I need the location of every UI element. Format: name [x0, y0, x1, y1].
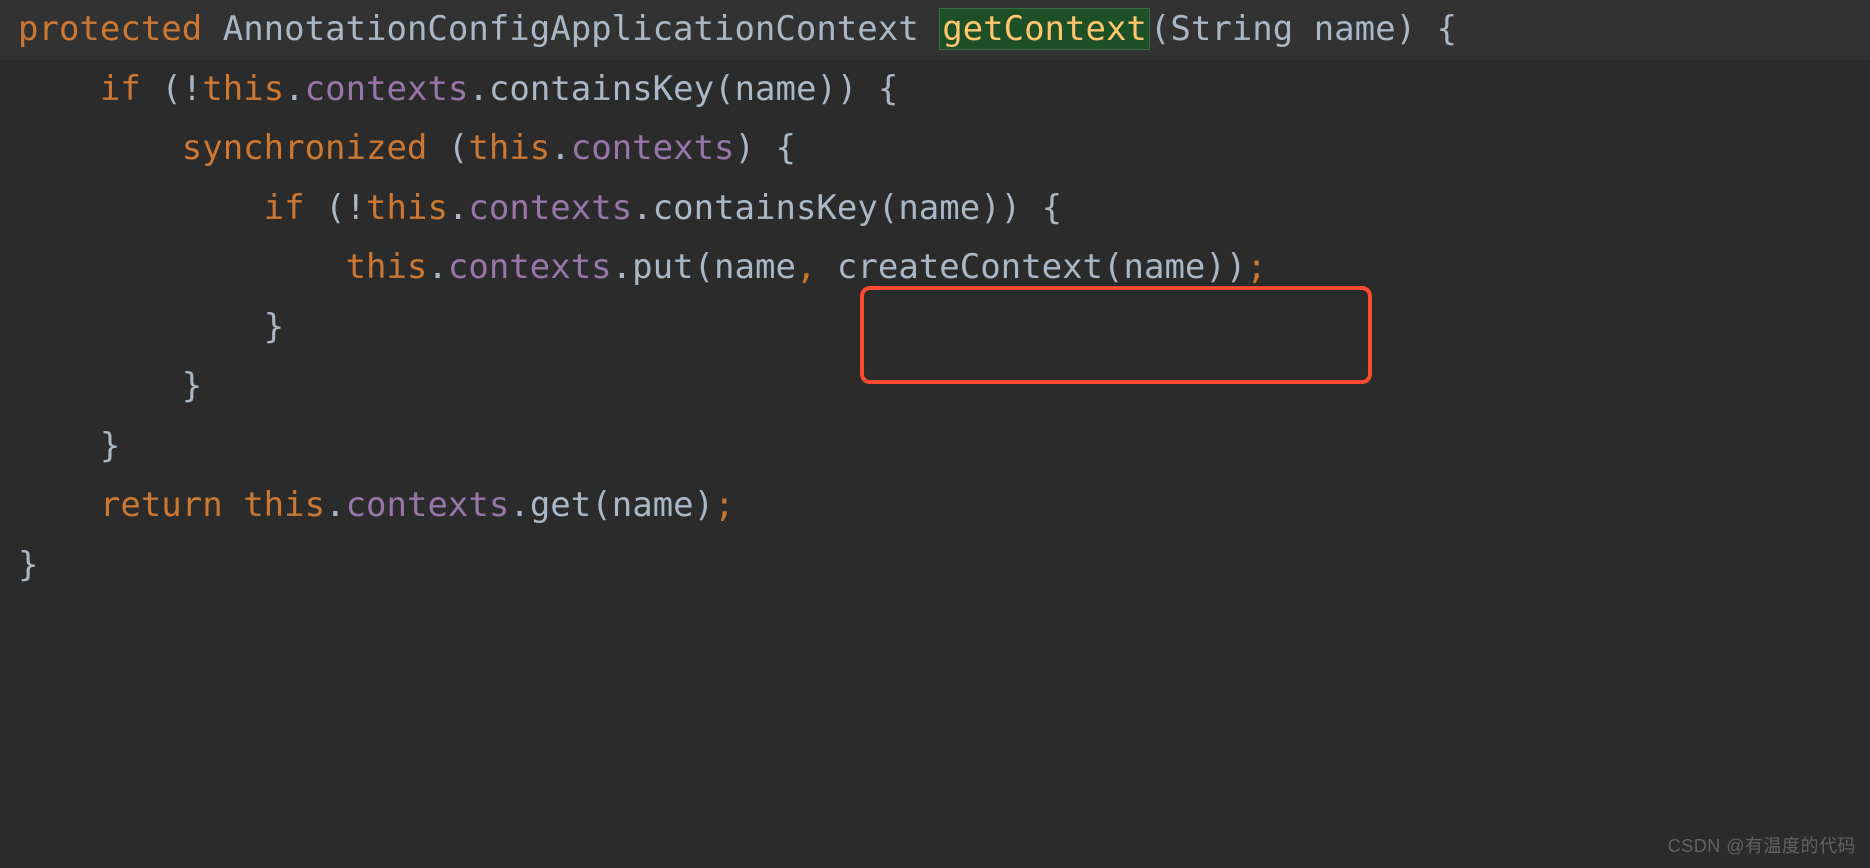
param-name: name: [1314, 9, 1396, 49]
arg: name: [612, 485, 694, 525]
code-line: }: [0, 357, 1870, 417]
paren: )): [980, 188, 1021, 228]
brace-close: }: [18, 545, 38, 585]
paren: ): [735, 128, 755, 168]
method-call: containsKey: [653, 188, 878, 228]
dot: .: [550, 128, 570, 168]
field-contexts: contexts: [448, 247, 612, 287]
keyword-this: this: [468, 128, 550, 168]
dot: .: [325, 485, 345, 525]
dot: .: [612, 247, 632, 287]
code-line: }: [0, 417, 1870, 477]
keyword-this: this: [366, 188, 448, 228]
brace-open: {: [775, 128, 795, 168]
brace-close: }: [100, 426, 120, 466]
code-line: synchronized (this.contexts) {: [0, 119, 1870, 179]
method-createcontext: createContext: [837, 247, 1103, 287]
field-contexts: contexts: [305, 69, 469, 109]
semicolon: ;: [714, 485, 734, 525]
keyword-return: return: [100, 485, 223, 525]
watermark: CSDN @有温度的代码: [1668, 831, 1856, 863]
method-get: get: [530, 485, 591, 525]
paren-open: (: [1150, 9, 1170, 49]
keyword-synchronized: synchronized: [182, 128, 428, 168]
brace-close: }: [182, 366, 202, 406]
method-call: containsKey: [489, 69, 714, 109]
paren: (: [1103, 247, 1123, 287]
dot: .: [427, 247, 447, 287]
brace-close: }: [264, 307, 284, 347]
comma: ,: [796, 247, 816, 287]
arg: name: [714, 247, 796, 287]
keyword-this: this: [202, 69, 284, 109]
method-put: put: [632, 247, 693, 287]
arg: name: [1124, 247, 1206, 287]
dot: .: [509, 485, 529, 525]
brace-open: {: [1437, 9, 1457, 49]
paren: (: [714, 69, 734, 109]
paren: )): [816, 69, 857, 109]
code-line: }: [0, 298, 1870, 358]
paren: (!: [325, 188, 366, 228]
code-editor[interactable]: protected AnnotationConfigApplicationCon…: [0, 0, 1870, 595]
dot: .: [284, 69, 304, 109]
return-type: AnnotationConfigApplicationContext: [223, 9, 919, 49]
paren: )): [1205, 247, 1246, 287]
brace-open: {: [878, 69, 898, 109]
keyword-if: if: [100, 69, 141, 109]
arg: name: [898, 188, 980, 228]
code-line: if (!this.contexts.containsKey(name)) {: [0, 60, 1870, 120]
arg: name: [735, 69, 817, 109]
paren: (: [591, 485, 611, 525]
keyword-if: if: [264, 188, 305, 228]
dot: .: [468, 69, 488, 109]
paren: ): [694, 485, 714, 525]
field-contexts: contexts: [346, 485, 510, 525]
keyword-this: this: [346, 247, 428, 287]
code-line: return this.contexts.get(name);: [0, 476, 1870, 536]
keyword-protected: protected: [18, 9, 202, 49]
dot: .: [448, 188, 468, 228]
paren-close: ): [1396, 9, 1416, 49]
brace-open: {: [1042, 188, 1062, 228]
method-name: getContext: [939, 8, 1150, 50]
code-line: this.contexts.put(name, createContext(na…: [0, 238, 1870, 298]
field-contexts: contexts: [571, 128, 735, 168]
dot: .: [632, 188, 652, 228]
paren: (: [878, 188, 898, 228]
field-contexts: contexts: [468, 188, 632, 228]
param-type: String: [1170, 9, 1293, 49]
paren: (: [694, 247, 714, 287]
semicolon: ;: [1246, 247, 1266, 287]
code-line: protected AnnotationConfigApplicationCon…: [0, 0, 1870, 60]
code-line: }: [0, 536, 1870, 596]
keyword-this: this: [243, 485, 325, 525]
code-line: if (!this.contexts.containsKey(name)) {: [0, 179, 1870, 239]
paren: (!: [161, 69, 202, 109]
paren: (: [448, 128, 468, 168]
